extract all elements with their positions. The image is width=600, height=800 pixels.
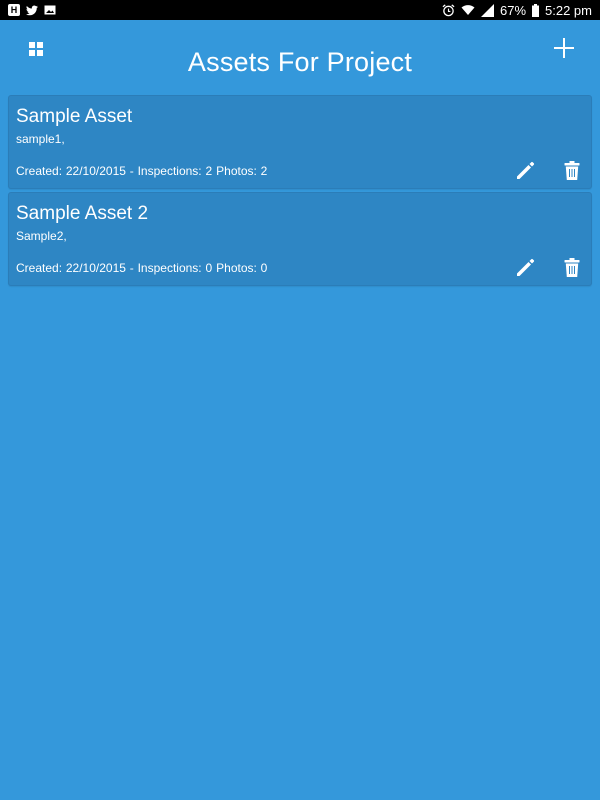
h-app-icon: H [8, 4, 20, 16]
notification-area: H [0, 4, 56, 16]
asset-card[interactable]: Sample Asset 2 Sample2, Created: 22/10/2… [8, 192, 592, 286]
app-bar: Assets For Project [0, 20, 600, 92]
page-title: Assets For Project [187, 47, 413, 77]
asset-photos: Photos: 2 [216, 164, 268, 178]
wifi-icon [461, 4, 475, 16]
trash-icon[interactable] [564, 161, 580, 181]
battery-icon [532, 3, 540, 17]
asset-name: Sample Asset [16, 106, 133, 127]
asset-photos: Photos: 0 [216, 261, 268, 275]
asset-description: Sample2, [16, 229, 67, 243]
asset-meta: Created: 22/10/2015 - Inspections: 2 Phot… [16, 164, 267, 178]
trash-icon[interactable] [564, 258, 580, 278]
system-status: 67% 5:22 pm [442, 3, 600, 18]
status-bar: H 67% 5:22 pm [0, 0, 600, 20]
asset-card[interactable]: Sample Asset sample1, Created: 22/10/201… [8, 95, 592, 189]
asset-created-inspections: Created: 22/10/2015 - Inspections: 2 [16, 164, 213, 178]
signal-icon [480, 3, 494, 17]
asset-meta: Created: 22/10/2015 - Inspections: 0 Phot… [16, 261, 267, 275]
edit-icon[interactable] [514, 160, 536, 182]
alarm-icon [442, 3, 455, 17]
battery-percent: 67% [499, 2, 527, 18]
asset-description: sample1, [16, 132, 65, 146]
asset-name: Sample Asset 2 [16, 203, 149, 224]
add-icon[interactable] [552, 36, 576, 60]
edit-icon[interactable] [514, 257, 536, 279]
asset-created-inspections: Created: 22/10/2015 - Inspections: 0 [16, 261, 213, 275]
asset-list: Sample Asset sample1, Created: 22/10/201… [8, 95, 592, 289]
image-icon [44, 4, 56, 16]
twitter-icon [26, 4, 38, 16]
clock: 5:22 pm [545, 2, 592, 18]
